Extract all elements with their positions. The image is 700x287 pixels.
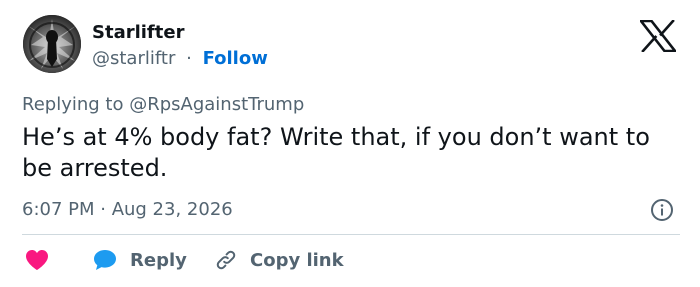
author-name[interactable]: Starlifter xyxy=(92,22,184,44)
speech-bubble-icon xyxy=(94,250,116,270)
handle-separator: · xyxy=(186,48,192,69)
reply-button[interactable]: Reply xyxy=(92,245,187,275)
link-icon xyxy=(216,250,236,270)
tweet-text: He’s at 4% body fat? Write that, if you … xyxy=(22,123,650,182)
avatar[interactable] xyxy=(23,15,81,73)
copy-link-button[interactable]: Copy link xyxy=(214,245,344,275)
tweet-card: Starlifter @starliftr · Follow Replying … xyxy=(0,0,700,287)
author-handle[interactable]: @starliftr xyxy=(92,48,175,69)
info-icon[interactable] xyxy=(650,198,674,222)
action-bar: Reply Copy link xyxy=(0,245,700,275)
heart-icon xyxy=(26,250,48,270)
reply-label: Reply xyxy=(130,249,187,271)
follow-button[interactable]: Follow xyxy=(203,48,268,69)
replying-to[interactable]: Replying to @RpsAgainstTrump xyxy=(22,94,304,116)
copy-link-label: Copy link xyxy=(250,249,344,271)
like-button[interactable] xyxy=(24,245,50,275)
tweet-timestamp[interactable]: 6:07 PM · Aug 23, 2026 xyxy=(22,199,233,221)
x-logo-icon[interactable] xyxy=(638,19,678,53)
author-handle-row: @starliftr · Follow xyxy=(92,48,268,70)
divider xyxy=(22,234,680,235)
avatar-image xyxy=(23,15,81,73)
